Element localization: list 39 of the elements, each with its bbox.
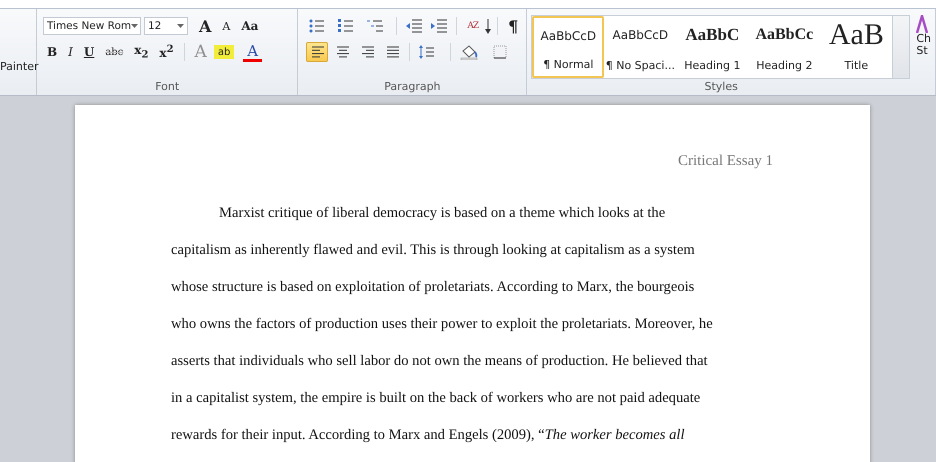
caret-icon[interactable]: [176, 24, 184, 28]
format-button[interactable]: B: [42, 41, 62, 63]
caret-icon[interactable]: [131, 24, 138, 28]
alignment-icon: [335, 45, 350, 59]
format-painter-label[interactable]: Painter: [0, 60, 39, 73]
group-label: Font: [154, 80, 180, 93]
change-styles-icon[interactable]: [916, 15, 928, 33]
decrease-indent-icon[interactable]: [405, 18, 424, 34]
font-size-button[interactable]: A: [218, 15, 234, 37]
sort-button[interactable]: AZ: [463, 15, 482, 37]
format-button[interactable]: I: [64, 41, 77, 63]
gallery-scroll-bar[interactable]: [892, 16, 910, 78]
font-name-field[interactable]: Times New Rom: [42, 17, 141, 35]
alignment-icon: [385, 45, 400, 59]
show-formatting-button[interactable]: ¶: [504, 15, 522, 37]
format-button[interactable]: x$^{2}$: [155, 41, 178, 63]
alignment-icon: [310, 45, 324, 59]
style-item[interactable]: AaB Title: [820, 16, 892, 78]
align-button[interactable]: [306, 42, 328, 62]
page-header: Critical Essay 1: [677, 153, 773, 170]
color-button[interactable]: ab: [214, 45, 234, 59]
format-button[interactable]: x$_{2}$: [130, 41, 152, 63]
font-size-button[interactable]: Aa: [237, 15, 262, 37]
style-item[interactable]: AaBbCc Heading 2: [748, 16, 820, 78]
style-item[interactable]: AaBbC Heading 1: [676, 16, 748, 78]
font-size-button[interactable]: A: [194, 15, 216, 37]
change-styles-label[interactable]: St: [916, 45, 931, 57]
change-styles-label[interactable]: Ch: [916, 33, 931, 45]
style-item[interactable]: AaBbCcD ¶ Normal: [532, 16, 604, 78]
group-label: Styles: [703, 80, 739, 93]
color-button[interactable]: A: [243, 42, 262, 62]
format-button[interactable]: U: [80, 41, 98, 63]
font-size-field[interactable]: 12: [144, 17, 188, 35]
alignment-icon: [360, 45, 374, 59]
down-arrow-icon: [485, 18, 492, 34]
increase-indent-icon[interactable]: [430, 18, 448, 34]
body-paragraph: Marxist critique of liberal democracy is based on a theme which looks at the capitalism as inherently flawed and evil. This is through looking at capitalism as a system whose structure is based on exploitation of proletariats. According to Marx, the bourgeois who owns the factors of production uses their power to exploit the proletariats. Moreover, he asserts that individuals who sell labor do not own the means of production. He believed that in a capitalist system, the empire is built on the back of workers who are not paid adequate rewards for their input. According to Marx and Engels (2009), “The worker becomes all: [171, 204, 714, 445]
group-label: Paragraph: [383, 80, 442, 93]
style-item[interactable]: AaBbCcD ¶ No Spaci...: [604, 16, 676, 78]
